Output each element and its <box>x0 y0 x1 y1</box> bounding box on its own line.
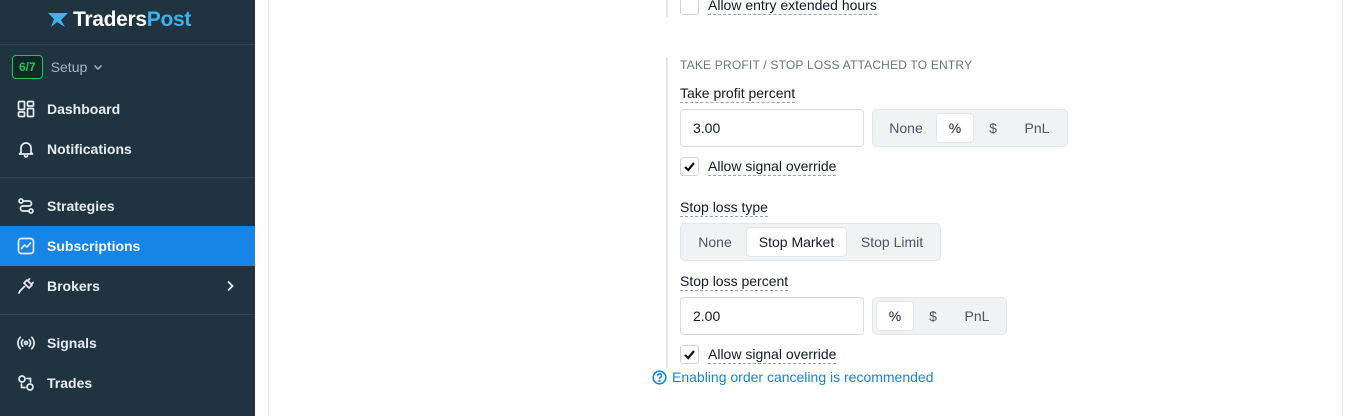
take-profit-unit-toggle[interactable]: None % $ PnL <box>872 109 1068 147</box>
sidebar: Traders Post 6/7 Setup Dashboard Notifica… <box>0 0 255 416</box>
tp-sl-section-heading: TAKE PROFIT / STOP LOSS ATTACHED TO ENTR… <box>680 58 973 72</box>
stop-loss-type-stop-limit[interactable]: Stop Limit <box>847 227 937 257</box>
stop-loss-percent-label: Stop loss percent <box>680 273 789 291</box>
sidebar-item-notifications[interactable]: Notifications <box>0 129 255 169</box>
sidebar-divider <box>0 44 255 45</box>
bell-icon <box>16 139 36 159</box>
sidebar-item-strategies[interactable]: Strategies <box>0 186 255 226</box>
sidebar-divider <box>0 314 255 315</box>
stop-loss-override-row[interactable]: Allow signal override <box>680 345 837 364</box>
chevron-down-icon <box>94 64 103 71</box>
sidebar-item-trades[interactable]: Trades <box>0 363 255 403</box>
stop-loss-override-checkbox[interactable] <box>680 345 699 364</box>
sidebar-item-brokers[interactable]: Brokers <box>0 266 255 306</box>
take-profit-override-label: Allow signal override <box>708 157 837 176</box>
stop-loss-input[interactable] <box>680 297 864 335</box>
checkmark-icon <box>684 162 695 172</box>
setup-progress[interactable]: 6/7 Setup <box>12 55 103 79</box>
sidebar-divider <box>0 177 255 178</box>
sidebar-item-label: Subscriptions <box>47 238 141 254</box>
order-canceling-note-text: Enabling order canceling is recommended <box>672 369 934 385</box>
take-profit-unit-dollar[interactable]: $ <box>974 113 1012 143</box>
trades-icon <box>16 373 36 393</box>
sidebar-item-label: Notifications <box>47 141 132 157</box>
take-profit-input[interactable] <box>680 109 864 147</box>
traderspost-logo[interactable]: Traders Post <box>47 6 191 34</box>
stop-loss-type-toggle[interactable]: None Stop Market Stop Limit <box>680 223 941 261</box>
sidebar-item-subscriptions[interactable]: Subscriptions <box>0 226 255 266</box>
take-profit-unit-none[interactable]: None <box>876 113 936 143</box>
stop-loss-type-stop-market[interactable]: Stop Market <box>746 227 847 257</box>
main-content: Allow entry extended hours TAKE PROFIT /… <box>255 0 1355 416</box>
setup-progress-badge: 6/7 <box>12 55 43 79</box>
take-profit-unit-pnl[interactable]: PnL <box>1012 113 1062 143</box>
sidebar-item-label: Dashboard <box>47 101 121 117</box>
extended-hours-checkbox[interactable] <box>680 0 699 15</box>
order-canceling-note[interactable]: Enabling order canceling is recommended <box>652 369 933 385</box>
stop-loss-unit-pnl[interactable]: PnL <box>952 301 1002 331</box>
sidebar-item-signals[interactable]: Signals <box>0 323 255 363</box>
sidebar-item-label: Brokers <box>47 278 100 294</box>
broadcast-signal-icon <box>16 333 36 353</box>
section-guide-line <box>666 0 668 17</box>
logo-arrow-icon <box>48 13 68 27</box>
stop-loss-type-label: Stop loss type <box>680 199 768 217</box>
content-card: Allow entry extended hours TAKE PROFIT /… <box>268 0 1343 416</box>
sidebar-item-label: Trades <box>47 375 93 391</box>
stop-loss-override-label: Allow signal override <box>708 345 837 364</box>
stop-loss-unit-toggle[interactable]: % $ PnL <box>872 297 1007 335</box>
stop-loss-unit-dollar[interactable]: $ <box>914 301 952 331</box>
take-profit-unit-percent[interactable]: % <box>936 113 974 143</box>
take-profit-override-checkbox[interactable] <box>680 157 699 176</box>
plug-icon <box>16 276 36 296</box>
chevron-right-icon <box>223 279 237 293</box>
checkmark-icon <box>684 350 695 360</box>
subscriptions-chart-icon <box>16 236 36 256</box>
extended-hours-checkbox-row[interactable]: Allow entry extended hours <box>680 0 877 15</box>
take-profit-label: Take profit percent <box>680 85 796 103</box>
logo-text-traders: Traders <box>73 8 147 31</box>
sidebar-item-label: Signals <box>47 335 97 351</box>
logo-text-post: Post <box>146 8 192 31</box>
stop-loss-type-none[interactable]: None <box>684 227 746 257</box>
strategies-icon <box>16 196 36 216</box>
stop-loss-unit-percent[interactable]: % <box>876 301 914 331</box>
take-profit-override-row[interactable]: Allow signal override <box>680 157 837 176</box>
section-guide-line <box>666 57 668 368</box>
dashboard-icon <box>16 99 36 119</box>
sidebar-item-label: Strategies <box>47 198 115 214</box>
sidebar-item-dashboard[interactable]: Dashboard <box>0 89 255 129</box>
setup-label: Setup <box>50 59 88 75</box>
help-circle-icon <box>652 369 667 385</box>
extended-hours-label: Allow entry extended hours <box>708 0 877 15</box>
